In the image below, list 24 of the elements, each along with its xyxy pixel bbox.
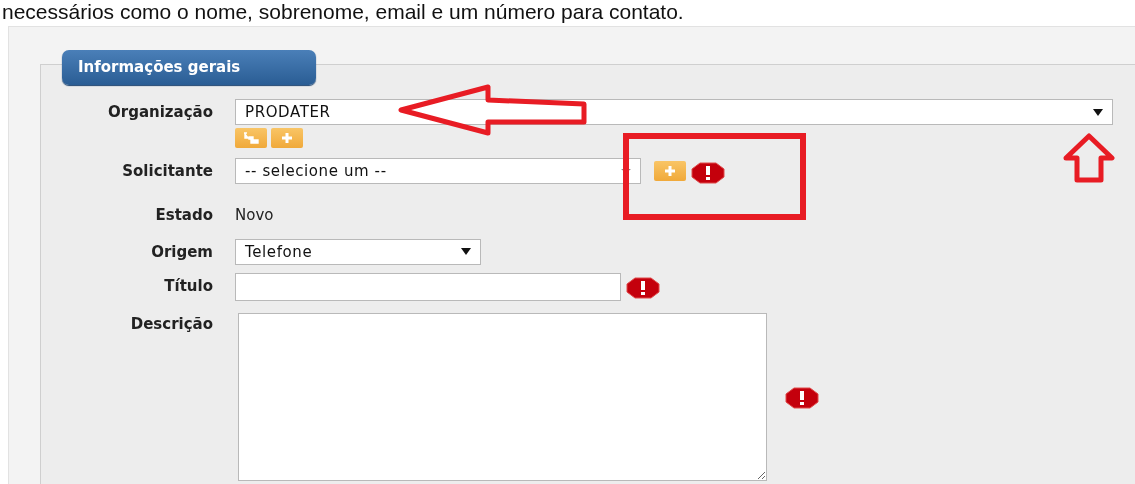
field-label: Solicitante <box>121 161 213 182</box>
left-arrow-icon <box>398 84 588 136</box>
tree-button[interactable] <box>235 128 267 148</box>
tree-icon <box>243 132 259 144</box>
field-label: Descrição <box>129 313 213 335</box>
title-input[interactable] <box>235 272 621 301</box>
plus-icon <box>664 165 676 177</box>
add-button[interactable] <box>271 128 303 148</box>
plus-icon <box>281 132 293 144</box>
add-button[interactable] <box>654 161 686 181</box>
up-arrow-icon <box>1063 133 1115 183</box>
field-label: Organização <box>107 102 213 123</box>
caret-icon <box>461 248 471 255</box>
field-label: Título <box>163 275 213 297</box>
organization-select[interactable]: PRODATER <box>235 99 1113 125</box>
status-value: Novo <box>235 205 274 226</box>
field-label: Estado <box>154 205 213 226</box>
caret-icon <box>1093 108 1103 116</box>
field-label: Origem <box>150 241 213 263</box>
dropdown-select[interactable]: Telefone <box>235 238 481 265</box>
description-textarea[interactable] <box>238 312 767 481</box>
dropdown-select[interactable]: -- selecione um -- <box>235 158 641 184</box>
intro-text: necessários como o nome, sobrenome, email e um número para contato. <box>1 0 685 24</box>
section-tab[interactable]: Informações gerais <box>62 50 316 85</box>
